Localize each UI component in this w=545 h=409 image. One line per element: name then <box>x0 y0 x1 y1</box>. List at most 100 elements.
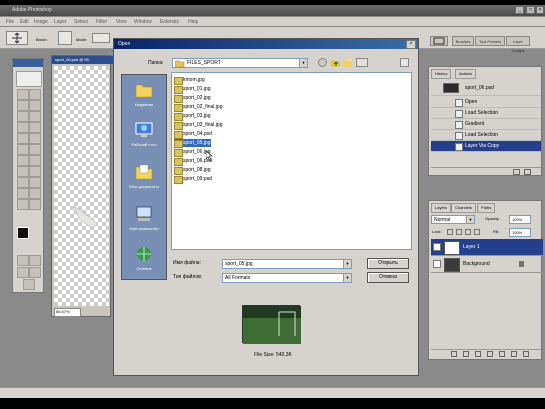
chevron-down-icon[interactable]: ▼ <box>299 59 307 67</box>
menu-select[interactable]: Select <box>74 19 88 25</box>
file-list[interactable]: kmom.jpg sport_01.jpg sport_02.jpg sport… <box>171 72 412 250</box>
list-item[interactable]: sport_08.jpg <box>174 166 211 175</box>
chevron-down-icon[interactable]: ▼ <box>466 216 474 223</box>
opacity-input[interactable]: 100% <box>509 215 531 224</box>
back-icon[interactable] <box>318 58 327 67</box>
path-selection-tool-icon[interactable] <box>17 166 29 177</box>
view-menu-icon[interactable] <box>356 58 368 67</box>
layer-row-selected[interactable]: Layer 1 <box>431 239 543 256</box>
brush-picker[interactable] <box>58 31 72 45</box>
place-network[interactable]: Сетевое <box>124 245 164 287</box>
slice-tool-icon[interactable] <box>29 111 41 122</box>
history-item[interactable]: Gradient <box>431 119 541 130</box>
document-title[interactable]: sport_06.psd @ 66 <box>52 56 113 64</box>
photoshop-logo-icon[interactable] <box>16 71 42 87</box>
history-snapshot[interactable]: sport_06.psd <box>431 81 541 96</box>
document-canvas[interactable] <box>54 66 109 306</box>
dodge-tool-icon[interactable] <box>29 155 41 166</box>
list-item[interactable]: kmom.jpg <box>174 76 205 85</box>
jump-to-imageready-icon[interactable] <box>23 279 35 290</box>
standard-mode-icon[interactable] <box>17 255 29 266</box>
lock-position-icon[interactable] <box>465 229 471 235</box>
zoom-tool-icon[interactable] <box>29 199 41 210</box>
place-my-computer[interactable]: Мой компьютер <box>124 205 164 247</box>
history-brush-tool-icon[interactable] <box>29 133 41 144</box>
shape-tool-icon[interactable] <box>29 177 41 188</box>
tab-brushes[interactable]: Brushes <box>452 36 474 46</box>
tab-layers[interactable]: Layers <box>431 203 452 213</box>
menu-image[interactable]: Image <box>34 19 48 25</box>
menu-edit[interactable]: Edit <box>20 19 29 25</box>
tool-preset-picker[interactable] <box>6 31 28 45</box>
lock-pixels-icon[interactable] <box>456 229 462 235</box>
foreground-color-swatch[interactable] <box>17 227 29 239</box>
brush-tool-icon[interactable] <box>29 122 41 133</box>
layer-set-icon[interactable] <box>487 351 493 357</box>
dialog-close-button[interactable]: × <box>406 40 416 49</box>
list-item[interactable]: sport_03.jpg <box>174 112 211 121</box>
list-item[interactable]: sport_02_final.jpg <box>174 103 222 112</box>
list-item[interactable]: sport_04.psd <box>174 130 212 139</box>
look-in-select[interactable]: FILES_SPORT ▼ <box>172 58 308 68</box>
tab-tool-presets[interactable]: Tool Presets <box>475 36 505 46</box>
mode-select[interactable] <box>92 33 110 43</box>
pen-tool-icon[interactable] <box>17 177 29 188</box>
layer-style-icon[interactable] <box>463 351 469 357</box>
history-item[interactable]: Open <box>431 97 541 108</box>
trash-icon[interactable] <box>524 169 531 175</box>
menu-window[interactable]: Window <box>134 19 152 25</box>
menu-view[interactable]: View <box>116 19 127 25</box>
list-item-selected[interactable]: sport_05.jpg <box>174 139 211 148</box>
close-app-button[interactable]: × <box>536 6 544 14</box>
eyedropper-tool-icon[interactable] <box>29 188 41 199</box>
dialog-title[interactable]: Open <box>114 39 418 49</box>
screen-mode-icon[interactable] <box>17 267 29 278</box>
eye-icon[interactable] <box>433 260 441 268</box>
palette-well-toggle[interactable] <box>430 36 448 46</box>
lasso-tool-icon[interactable] <box>17 100 29 111</box>
menu-extensis[interactable]: Extensis <box>160 19 179 25</box>
marquee-tool-icon[interactable] <box>17 89 29 100</box>
list-item[interactable]: sport_02.jpg <box>174 94 211 103</box>
crop-tool-icon[interactable] <box>17 111 29 122</box>
list-item[interactable]: sport_09.psd <box>174 175 212 184</box>
filetype-select[interactable]: All Formats ▼ <box>222 273 352 283</box>
full-screen-mode-icon[interactable] <box>29 267 41 278</box>
menu-layer[interactable]: Layer <box>54 19 67 25</box>
menu-filter[interactable]: Filter <box>96 19 107 25</box>
place-desktop[interactable]: Рабочий стол <box>124 121 164 163</box>
move-tool-button-icon[interactable] <box>29 89 41 100</box>
chevron-down-icon[interactable]: ▼ <box>343 260 351 268</box>
layer-row[interactable]: Background <box>431 256 543 273</box>
menu-file[interactable]: File <box>6 19 14 25</box>
dialog-help-icon[interactable] <box>400 58 409 67</box>
layer-mask-icon[interactable] <box>475 351 481 357</box>
tab-history[interactable]: History <box>431 69 452 79</box>
new-snapshot-icon[interactable] <box>513 169 520 175</box>
quick-mask-mode-icon[interactable] <box>29 255 41 266</box>
maximize-button[interactable]: □ <box>526 6 535 14</box>
eraser-tool-icon[interactable] <box>17 144 29 155</box>
lock-all-icon[interactable] <box>474 229 480 235</box>
history-item[interactable]: Load Selection <box>431 108 541 119</box>
new-folder-icon[interactable] <box>343 58 352 67</box>
minimize-button[interactable]: _ <box>515 6 524 14</box>
menu-help[interactable]: Help <box>188 19 198 25</box>
filename-input[interactable]: sport_05.jpg ▼ <box>222 259 352 269</box>
tab-channels[interactable]: Channels <box>451 203 476 213</box>
healing-brush-tool-icon[interactable] <box>17 122 29 133</box>
history-item[interactable]: Load Selection <box>431 130 541 141</box>
lock-transparency-icon[interactable] <box>447 229 453 235</box>
clone-stamp-tool-icon[interactable] <box>17 133 29 144</box>
open-button[interactable]: Открыть <box>367 258 409 269</box>
place-my-documents[interactable]: Мои документы <box>124 163 164 205</box>
place-recent[interactable]: Недавние <box>124 81 164 123</box>
magic-wand-tool-icon[interactable] <box>29 100 41 111</box>
zoom-level[interactable]: 66.67% <box>54 308 81 317</box>
list-item[interactable]: sport_01.jpg <box>174 85 211 94</box>
hand-tool-icon[interactable] <box>17 199 29 210</box>
blur-tool-icon[interactable] <box>17 155 29 166</box>
gradient-tool-icon[interactable] <box>29 144 41 155</box>
notes-tool-icon[interactable] <box>17 188 29 199</box>
type-tool-icon[interactable] <box>29 166 41 177</box>
